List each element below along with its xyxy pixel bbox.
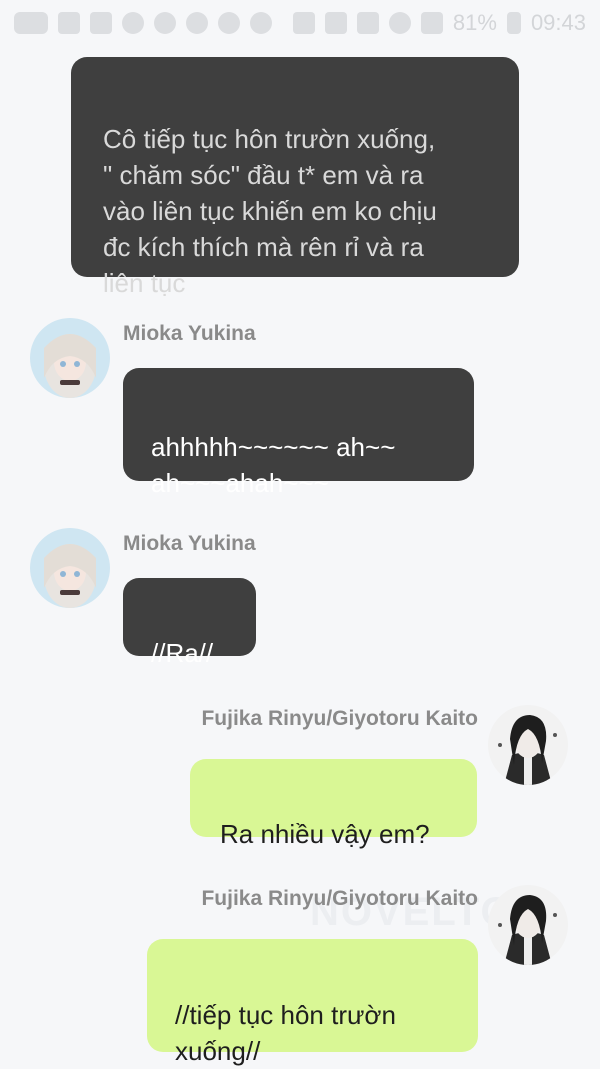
message-text: Ra nhiều vậy em? [220, 819, 430, 849]
wifi-icon [388, 12, 411, 34]
pinterest-icon [122, 12, 144, 34]
message-text: //tiếp tục hôn trườn xuống// [175, 1000, 396, 1066]
avatar[interactable] [30, 528, 110, 608]
emoji-icon [250, 12, 272, 34]
fujika-rinyu-avatar-icon [488, 705, 568, 785]
notification-icons [14, 12, 272, 34]
system-icons: 81% 09:43 [292, 10, 586, 36]
mioka-yukina-avatar-icon [30, 318, 110, 398]
battery-icon [506, 12, 521, 34]
messages-icon [14, 12, 48, 34]
signal-icon [420, 12, 443, 34]
sender-name: Mioka Yukina [123, 532, 256, 555]
message-bubble[interactable]: ahhhhh~~~~~~ ah~~ ah~~~ahah~~~ [123, 368, 474, 498]
status-bar: 81% 09:43 [0, 0, 600, 46]
message-text: //Ra// [151, 638, 214, 668]
sender-name: Fujika Rinyu/Giyotoru Kaito [201, 707, 478, 730]
sender-name: Fujika Rinyu/Giyotoru Kaito [201, 887, 478, 910]
clock: 09:43 [530, 10, 586, 35]
mioka-yukina-avatar-icon [30, 528, 110, 608]
chrome-icon [154, 12, 176, 34]
mute-icon [324, 12, 347, 34]
message-text: ahhhhh~~~~~~ ah~~ ah~~~ahah~~~ [151, 432, 396, 498]
avatar[interactable] [488, 705, 568, 785]
avatar[interactable] [488, 885, 568, 965]
message-text: Cô tiếp tục hôn trườn xuống, " chăm sóc"… [103, 124, 437, 298]
emoji-icon [218, 12, 240, 34]
lock-icon [292, 12, 315, 34]
narration-bubble: Cô tiếp tục hôn trườn xuống, " chăm sóc"… [71, 57, 519, 298]
chat-icon [90, 12, 112, 34]
message-bubble[interactable]: //Ra// [123, 578, 256, 668]
fujika-rinyu-avatar-icon [488, 885, 568, 965]
emoji-icon [186, 12, 208, 34]
gallery-icon [58, 12, 80, 34]
avatar[interactable] [30, 318, 110, 398]
nfc-icon [356, 12, 379, 34]
message-bubble[interactable]: //tiếp tục hôn trườn xuống// [147, 939, 478, 1066]
sender-name: Mioka Yukina [123, 322, 256, 345]
battery-level: 81% [452, 10, 497, 35]
message-bubble[interactable]: Ra nhiều vậy em? [190, 759, 477, 849]
